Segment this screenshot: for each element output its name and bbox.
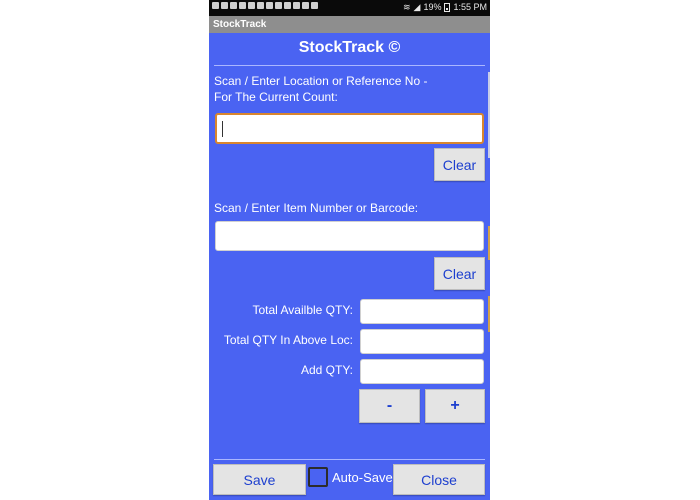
more-icon: [311, 2, 318, 9]
close-button[interactable]: Close: [393, 464, 485, 495]
scroll-edge-indicator: [488, 72, 490, 158]
photo-icon: [248, 2, 255, 9]
mail-icon: [212, 2, 219, 9]
system-status: ≋ ◢ 19% 1:55 PM: [403, 2, 487, 13]
increment-button[interactable]: +: [425, 389, 485, 423]
clear-item-button[interactable]: Clear: [434, 257, 485, 290]
add-qty-label: Add QTY:: [300, 363, 353, 377]
app-title-bar: StockTrack: [209, 16, 490, 33]
usb-icon: [221, 2, 228, 9]
copy-icon: [293, 2, 300, 9]
footer-divider: [214, 459, 485, 460]
scroll-edge-indicator: [488, 296, 490, 332]
scroll-edge-indicator: [488, 226, 490, 260]
status-bar: ≋ ◢ 19% 1:55 PM: [209, 0, 490, 16]
clock: 1:55 PM: [453, 2, 487, 12]
page-title: StockTrack ©: [298, 39, 401, 56]
location-label-line2: For The Current Count:: [214, 90, 338, 104]
clear-location-button[interactable]: Clear: [434, 148, 485, 181]
message-icon: [266, 2, 273, 9]
app-screen: ≋ ◢ 19% 1:55 PM StockTrack StockTrack © …: [209, 0, 490, 500]
available-qty-label: Total Availble QTY:: [252, 303, 354, 317]
autosave-checkbox[interactable]: [308, 467, 328, 487]
signal-icon: ◢: [413, 2, 421, 12]
available-qty-field[interactable]: [360, 299, 484, 324]
photo-icon: [302, 2, 309, 9]
item-label: Scan / Enter Item Number or Barcode:: [214, 201, 419, 215]
notification-icons: [212, 2, 318, 9]
facebook-icon: [239, 2, 246, 9]
battery-icon: [444, 3, 451, 12]
message-icon: [257, 2, 264, 9]
location-qty-label: Total QTY In Above Loc:: [223, 333, 353, 347]
autosave-label: Auto-Save: [332, 470, 393, 485]
chat-icon: [275, 2, 282, 9]
text-caret: [222, 121, 223, 137]
decrement-button[interactable]: -: [359, 389, 420, 423]
wifi-icon: ≋: [402, 2, 411, 12]
location-qty-field[interactable]: [360, 329, 484, 354]
header-divider: [214, 65, 485, 66]
add-qty-field[interactable]: [360, 359, 484, 384]
location-label-line1: Scan / Enter Location or Reference No -: [214, 74, 428, 88]
gallery-icon: [284, 2, 291, 9]
battery-percent: 19%: [423, 2, 442, 12]
save-button[interactable]: Save: [213, 464, 306, 495]
facebook-icon: [230, 2, 237, 9]
item-barcode-input[interactable]: [215, 221, 484, 251]
location-input[interactable]: [215, 113, 484, 144]
